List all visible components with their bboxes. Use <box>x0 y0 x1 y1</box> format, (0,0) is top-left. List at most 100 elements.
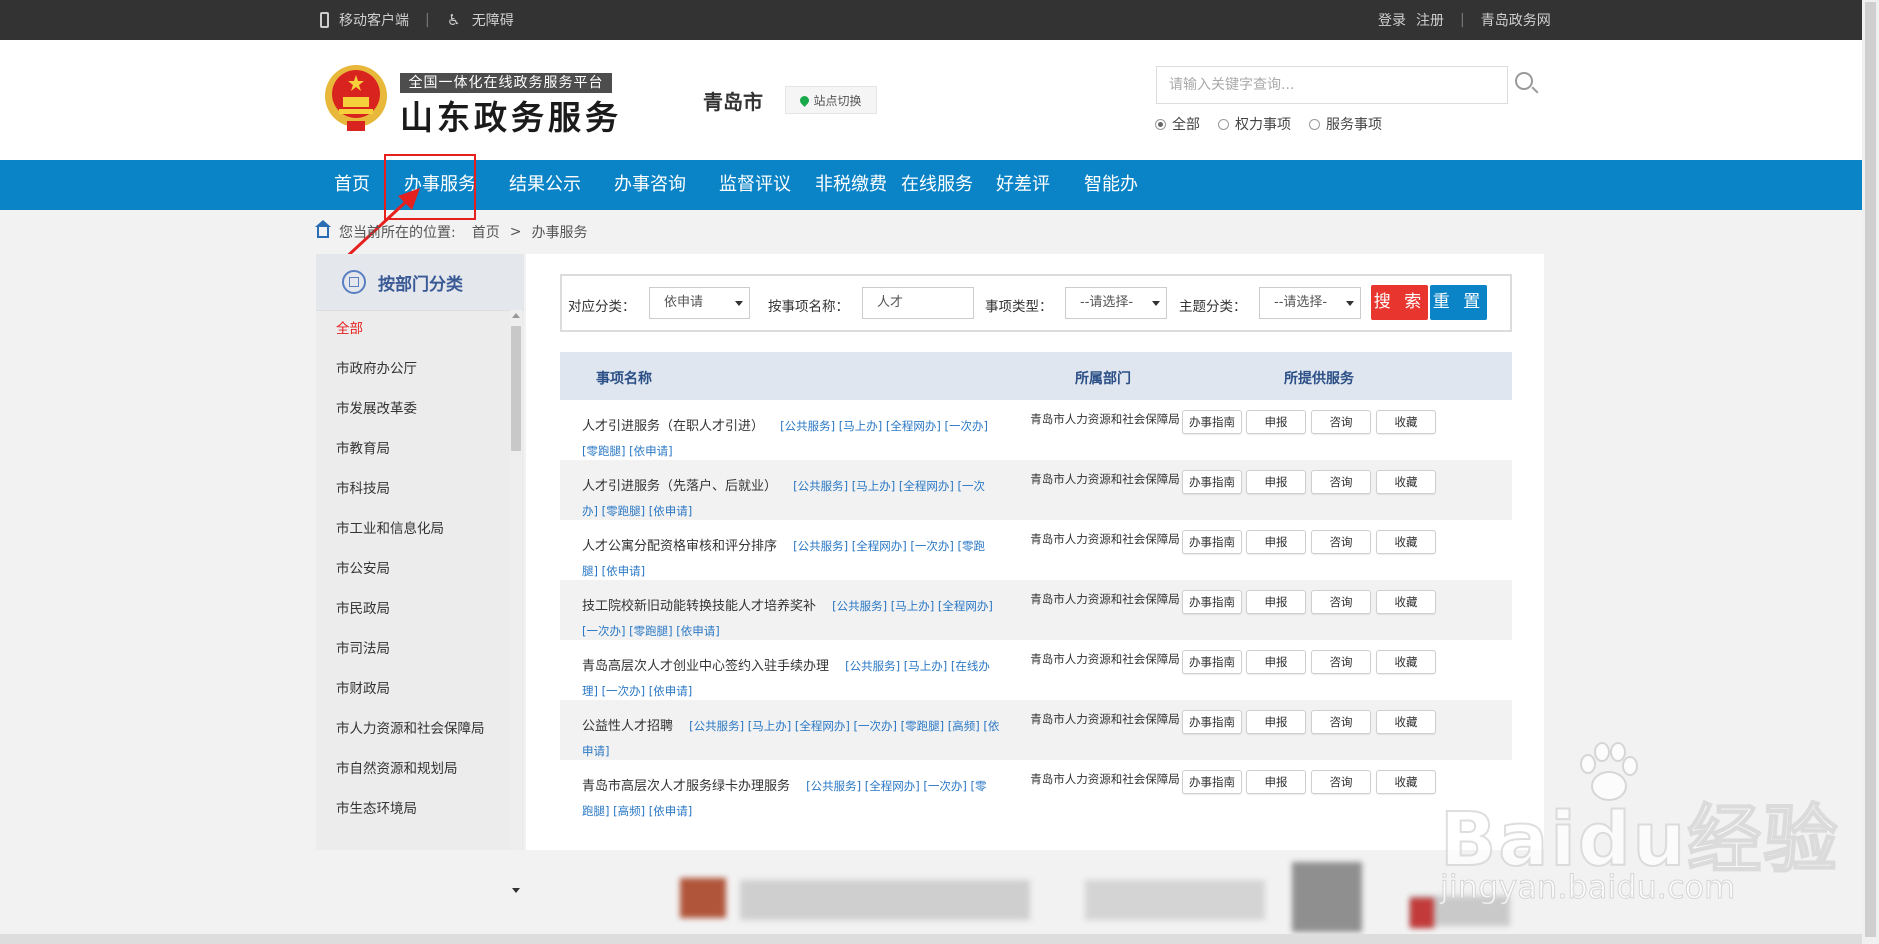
apply-button[interactable]: 申报 <box>1246 530 1306 554</box>
scroll-down-icon[interactable] <box>512 888 520 893</box>
scrollbar-thumb[interactable] <box>511 326 521 451</box>
item-title[interactable]: 技工院校新旧动能转换技能人才培养奖补 <box>582 599 816 614</box>
nav-item-results[interactable]: 结果公示 <box>509 160 581 210</box>
guide-button[interactable]: 办事指南 <box>1182 710 1242 734</box>
sidebar-item[interactable]: 市财政局 <box>316 680 506 698</box>
consult-button[interactable]: 咨询 <box>1311 410 1371 434</box>
guide-button[interactable]: 办事指南 <box>1182 470 1242 494</box>
horizontal-scrollbar[interactable] <box>0 934 1862 944</box>
login-link[interactable]: 登录 <box>1378 10 1406 30</box>
apply-button[interactable]: 申报 <box>1246 770 1306 794</box>
apply-button[interactable]: 申报 <box>1246 710 1306 734</box>
apply-button[interactable]: 申报 <box>1246 590 1306 614</box>
search-icon[interactable] <box>1515 72 1533 90</box>
nav-item-smart[interactable]: 智能办 <box>1084 160 1138 210</box>
chevron-down-icon <box>1152 301 1160 306</box>
sidebar-item[interactable]: 市教育局 <box>316 440 506 458</box>
favorite-button[interactable]: 收藏 <box>1376 770 1436 794</box>
breadcrumb-home[interactable]: 首页 <box>472 222 500 242</box>
guide-button[interactable]: 办事指南 <box>1182 770 1242 794</box>
sidebar-scrollbar[interactable] <box>510 310 522 893</box>
sidebar-item[interactable]: 市生态环境局 <box>316 800 506 818</box>
item-name-cell: 技工院校新旧动能转换技能人才培养奖补 [公共服务] [马上办] [全程网办] [… <box>582 594 1016 644</box>
nav-item-online[interactable]: 在线服务 <box>901 160 973 210</box>
sidebar-item[interactable]: 市公安局 <box>316 560 506 578</box>
vertical-scrollbar[interactable] <box>1862 0 1879 944</box>
item-tags: [公共服务] [马上办] [全程网办] [一次办] <box>780 419 989 433</box>
favorite-button[interactable]: 收藏 <box>1376 710 1436 734</box>
topic-select[interactable]: --请选择- <box>1259 287 1361 319</box>
nav-item-supervision[interactable]: 监督评议 <box>719 160 791 210</box>
item-tags: [一次办] [零跑腿] [依申请] <box>582 624 720 638</box>
item-title[interactable]: 公益性人才招聘 <box>582 719 673 734</box>
item-department: 青岛市人力资源和社会保障局 <box>1030 592 1180 606</box>
guide-button[interactable]: 办事指南 <box>1182 590 1242 614</box>
site-link[interactable]: 青岛政务网 <box>1481 10 1551 30</box>
favorite-button[interactable]: 收藏 <box>1376 530 1436 554</box>
mobile-client-link[interactable]: 移动客户端 <box>339 10 409 30</box>
item-title[interactable]: 人才引进服务（在职人才引进） <box>582 419 764 434</box>
blurred-text <box>740 880 1030 920</box>
radio-dot <box>1309 118 1320 130</box>
favorite-button[interactable]: 收藏 <box>1376 470 1436 494</box>
sidebar-item[interactable]: 市自然资源和规划局 <box>316 760 506 778</box>
sidebar-item-all[interactable]: 全部 <box>316 320 506 338</box>
blurred-text <box>1085 880 1265 920</box>
register-link[interactable]: 注册 <box>1416 10 1444 30</box>
sidebar-item[interactable]: 市民政局 <box>316 600 506 618</box>
guide-button[interactable]: 办事指南 <box>1182 530 1242 554</box>
item-department: 青岛市人力资源和社会保障局 <box>1030 652 1180 666</box>
item-title[interactable]: 人才引进服务（先落户、后就业） <box>582 479 777 494</box>
name-input[interactable]: 人才 <box>862 287 974 319</box>
scope-radio-power[interactable]: 权力事项 <box>1218 114 1291 134</box>
brand-logo-text[interactable]: 山东政务服务 <box>400 91 622 139</box>
item-tags: [公共服务] [全程网办] [一次办] [零跑 <box>793 539 986 553</box>
reset-button[interactable]: 重 置 <box>1430 285 1487 320</box>
consult-button[interactable]: 咨询 <box>1311 590 1371 614</box>
scope-radio-all[interactable]: 全部 <box>1155 114 1200 134</box>
nav-item-fees[interactable]: 非税缴费 <box>815 160 887 210</box>
consult-button[interactable]: 咨询 <box>1311 530 1371 554</box>
nav-item-rating[interactable]: 好差评 <box>996 160 1050 210</box>
favorite-button[interactable]: 收藏 <box>1376 650 1436 674</box>
accessibility-link[interactable]: 无障碍 <box>472 10 514 30</box>
consult-button[interactable]: 咨询 <box>1311 710 1371 734</box>
nav-item-consult[interactable]: 办事咨询 <box>614 160 686 210</box>
guide-button[interactable]: 办事指南 <box>1182 410 1242 434</box>
department-sidebar: 按部门分类 全部 市政府办公厅 市发展改革委 市教育局 市科技局 市工业和信息化… <box>316 254 524 893</box>
sidebar-item[interactable]: 市司法局 <box>316 640 506 658</box>
item-tags: 申请] <box>582 744 610 758</box>
consult-button[interactable]: 咨询 <box>1311 770 1371 794</box>
site-switch-button[interactable]: 站点切换 <box>785 86 877 114</box>
sidebar-item[interactable]: 市发展改革委 <box>316 400 506 418</box>
breadcrumb: 您当前所在的位置: 首页 > 办事服务 <box>315 219 587 242</box>
search-input[interactable]: 请输入关键字查询... <box>1156 66 1508 104</box>
sidebar-item[interactable]: 市政府办公厅 <box>316 360 506 378</box>
category-select[interactable]: 依申请 <box>649 287 750 319</box>
apply-button[interactable]: 申报 <box>1246 650 1306 674</box>
type-select[interactable]: --请选择- <box>1065 287 1167 319</box>
apply-button[interactable]: 申报 <box>1246 470 1306 494</box>
national-emblem-icon <box>325 65 387 131</box>
apply-button[interactable]: 申报 <box>1246 410 1306 434</box>
top-bar-right: 登录 注册 | 青岛政务网 <box>1378 0 1551 40</box>
sidebar-item[interactable]: 市工业和信息化局 <box>316 520 506 538</box>
scrollbar-thumb[interactable] <box>1865 2 1876 937</box>
scroll-up-icon[interactable] <box>512 313 520 318</box>
search-button[interactable]: 搜 索 <box>1371 285 1428 320</box>
item-title[interactable]: 人才公寓分配资格审核和评分排序 <box>582 539 777 554</box>
item-title[interactable]: 青岛高层次人才创业中心签约入驻手续办理 <box>582 659 829 674</box>
guide-button[interactable]: 办事指南 <box>1182 650 1242 674</box>
item-name-cell: 青岛市高层次人才服务绿卡办理服务 [公共服务] [全程网办] [一次办] [零 … <box>582 774 1016 824</box>
consult-button[interactable]: 咨询 <box>1311 650 1371 674</box>
favorite-button[interactable]: 收藏 <box>1376 410 1436 434</box>
sidebar-item[interactable]: 市科技局 <box>316 480 506 498</box>
scope-radio-service[interactable]: 服务事项 <box>1309 114 1382 134</box>
table-header: 事项名称 所属部门 所提供服务 <box>560 352 1512 400</box>
favorite-button[interactable]: 收藏 <box>1376 590 1436 614</box>
baidu-watermark: Baidu经验 jingyan.baidu.com <box>1439 740 1850 930</box>
item-title[interactable]: 青岛市高层次人才服务绿卡办理服务 <box>582 779 790 794</box>
column-header-name: 事项名称 <box>596 371 652 387</box>
sidebar-item[interactable]: 市人力资源和社会保障局 <box>316 720 486 738</box>
consult-button[interactable]: 咨询 <box>1311 470 1371 494</box>
